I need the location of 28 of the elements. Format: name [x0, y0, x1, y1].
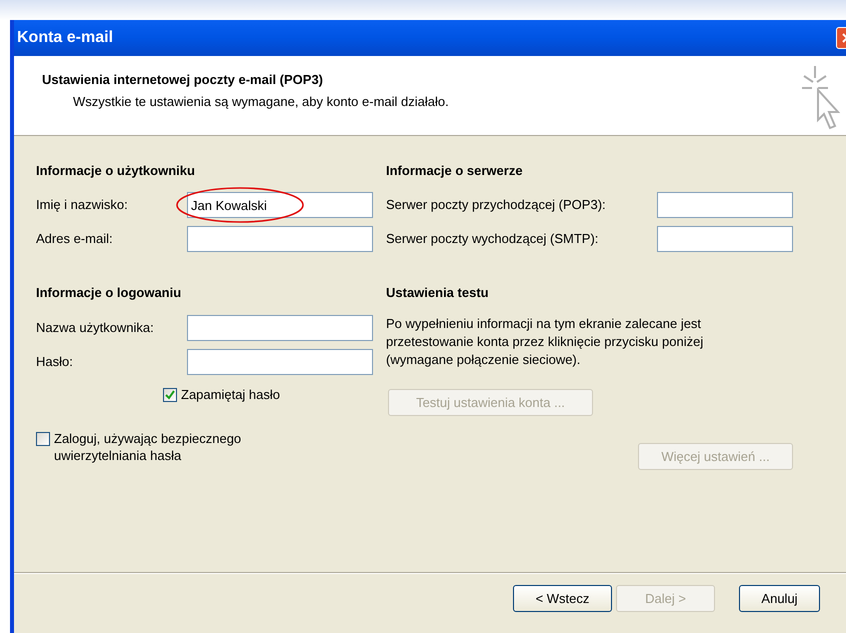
field-label: Serwer poczty wychodzącej (SMTP): — [386, 230, 600, 248]
text-field[interactable] — [187, 349, 373, 375]
check-icon — [165, 390, 175, 400]
dialog-button[interactable]: < Wstecz — [513, 585, 612, 612]
section-heading: Informacje o użytkowniku — [36, 162, 196, 180]
checkbox[interactable] — [36, 432, 50, 446]
cursor-sparkle-icon — [800, 64, 842, 130]
header-title: Ustawienia internetowej poczty e-mail (POP3) — [42, 71, 324, 89]
field-label: Hasło: — [36, 353, 74, 372]
section-heading: Ustawienia testu — [386, 284, 490, 302]
field-label: Nazwa użytkownika: — [36, 319, 155, 338]
text-field[interactable] — [657, 226, 793, 252]
checkbox[interactable] — [163, 388, 177, 402]
field-label: Imię i nazwisko: — [36, 196, 129, 214]
text-field[interactable] — [187, 226, 373, 252]
section-heading: Informacje o logowaniu — [36, 284, 182, 302]
checkbox-label: Zaloguj, używając bezpiecznego uwierzytelniania hasła — [54, 430, 242, 464]
dialog-button[interactable]: Anuluj — [739, 585, 820, 612]
text-field[interactable] — [657, 192, 793, 218]
test-description: Po wypełnieniu informacji na tym ekranie zalecane jest przetestowanie konta przez kliknięcie przycisku poniżej (wymagane połączenie sieciowe). — [386, 315, 704, 369]
section-heading: Informacje o serwerze — [386, 162, 524, 180]
checkbox-label: Zapamiętaj hasło — [181, 386, 280, 404]
window-title: Konta e-mail — [17, 28, 114, 48]
field-label: Adres e-mail: — [36, 230, 114, 248]
text-field[interactable] — [187, 315, 373, 341]
field-label: Serwer poczty przychodzącej (POP3): — [386, 196, 607, 214]
header-subtitle: Wszystkie te ustawienia są wymagane, aby konto e-mail działało. — [72, 92, 449, 111]
text-field[interactable]: Jan Kowalski — [187, 192, 373, 218]
